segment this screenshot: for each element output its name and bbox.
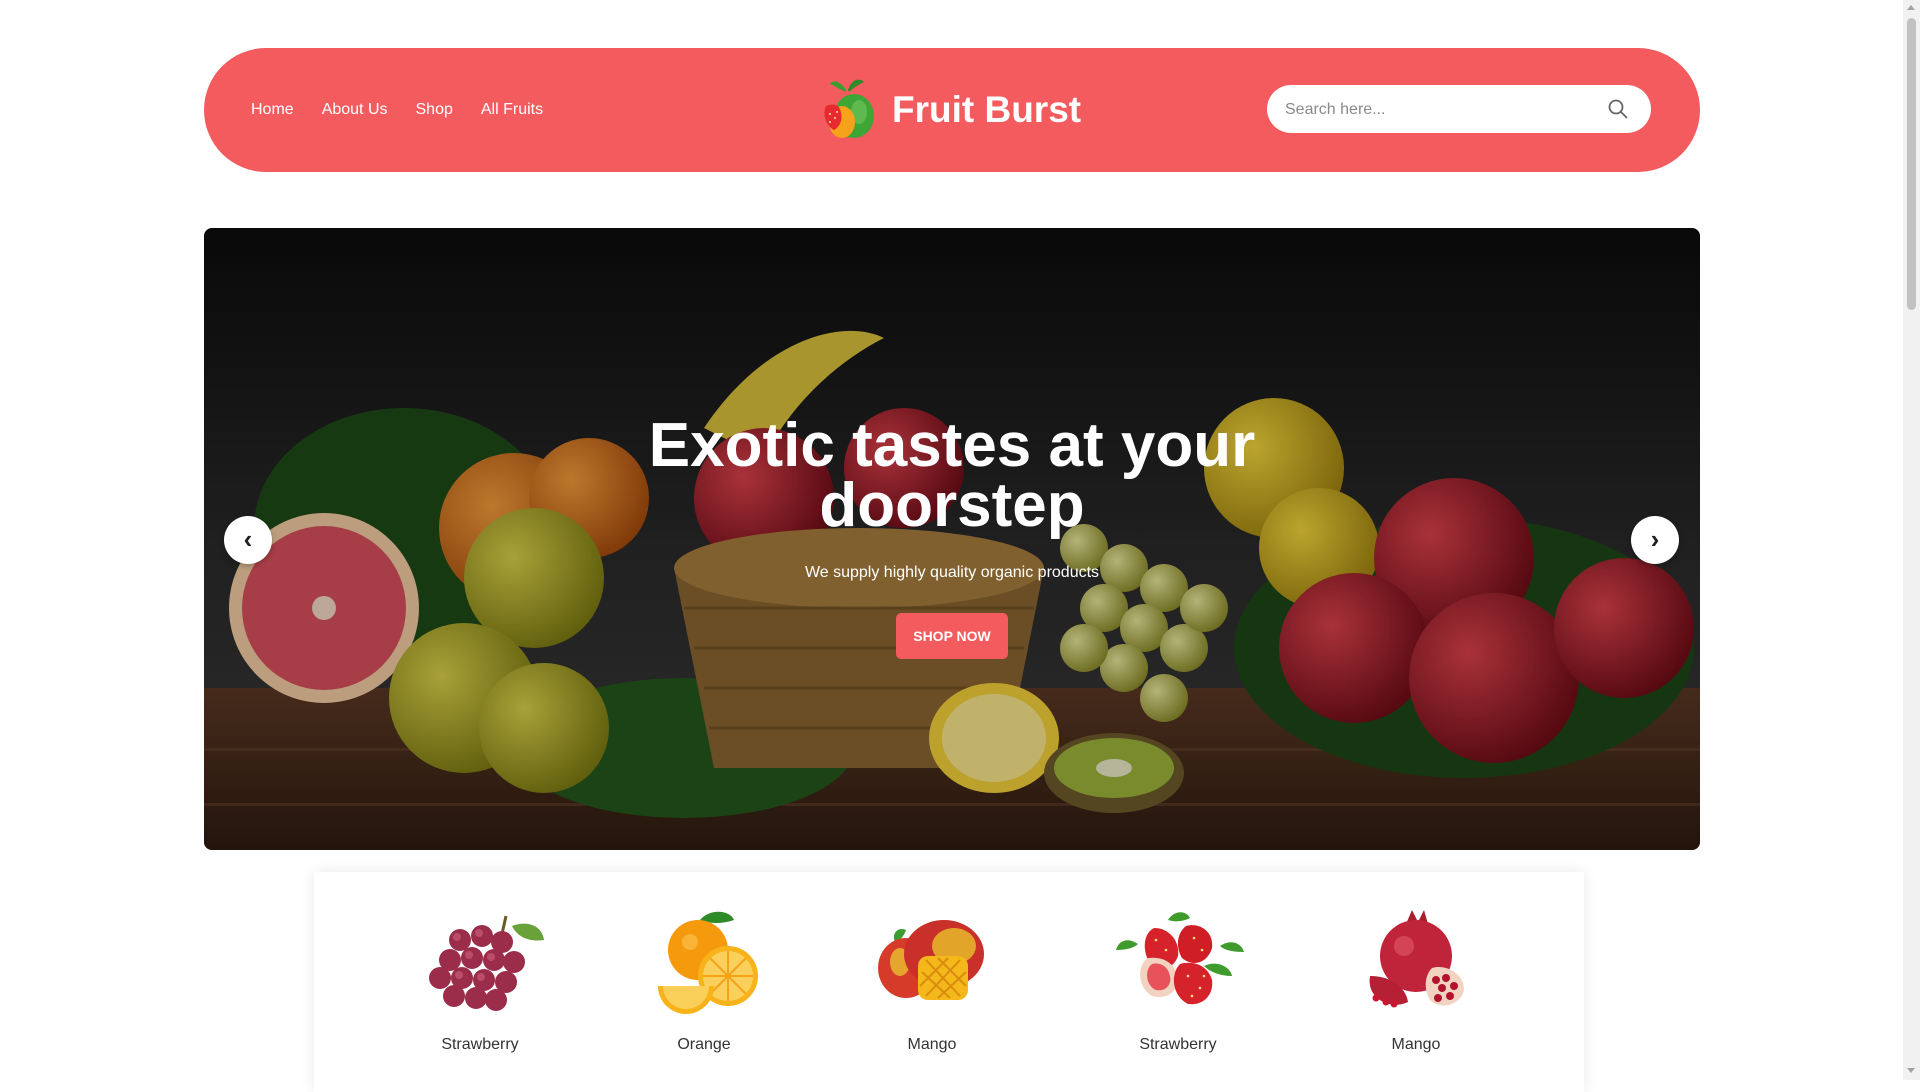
category-item[interactable]: Mango (1336, 906, 1496, 1054)
category-item[interactable]: Strawberry (400, 906, 560, 1054)
orange-icon (658, 911, 758, 1014)
chevron-right-icon: › (1650, 523, 1660, 554)
search-box (1267, 85, 1651, 135)
brand-name: Fruit Burst (892, 89, 1082, 130)
slider-next-button[interactable]: › (1631, 516, 1679, 564)
hero-title-line-2: doorstep (819, 471, 1085, 540)
scroll-up-arrow-icon[interactable] (1907, 5, 1915, 10)
category-label: Orange (677, 1036, 731, 1053)
chevron-left-icon: ‹ (243, 523, 253, 554)
nav-home-link[interactable]: Home (251, 101, 294, 119)
category-label: Mango (1391, 1036, 1441, 1053)
hero-slider: Exotic tastes at your doorstep We supply… (204, 228, 1700, 850)
main-nav: Home About Us Shop All Fruits (251, 48, 543, 172)
category-item[interactable]: Orange (624, 906, 784, 1054)
scrollbar-thumb[interactable] (1907, 18, 1916, 310)
page-scrollbar[interactable] (1903, 0, 1920, 1080)
nav-about-us-link[interactable]: About Us (322, 101, 388, 119)
fruit-logo-icon (824, 79, 874, 138)
mango-icon (878, 920, 984, 1000)
strawberry-icon (1116, 912, 1244, 1005)
slider-prev-button[interactable]: ‹ (224, 516, 272, 564)
site-header: Home About Us Shop All Fruits Fruit Burs… (204, 48, 1700, 172)
hero-title: Exotic tastes at your doorstep (204, 411, 1700, 540)
nav-shop-link[interactable]: Shop (416, 101, 453, 119)
scroll-down-arrow-icon[interactable] (1907, 1068, 1915, 1073)
category-item[interactable]: Mango (852, 906, 1012, 1054)
search-input[interactable] (1283, 85, 1597, 135)
shop-now-button[interactable]: SHOP NOW (896, 613, 1008, 659)
grapes-icon (429, 915, 544, 1011)
nav-all-fruits-link[interactable]: All Fruits (481, 101, 543, 119)
hero-title-line-1: Exotic tastes at your (648, 411, 1256, 480)
fruit-categories: Strawberry Orange Mango Strawberry Mango (314, 872, 1584, 1092)
pomegranate-icon (1369, 910, 1464, 1008)
category-item[interactable]: Strawberry (1098, 906, 1258, 1054)
category-label: Strawberry (441, 1036, 519, 1053)
hero-subtitle: We supply highly quality organic product… (804, 564, 1100, 581)
category-label: Mango (907, 1036, 957, 1053)
search-icon[interactable] (1607, 98, 1629, 120)
category-label: Strawberry (1139, 1036, 1217, 1053)
brand[interactable]: Fruit Burst (818, 76, 1081, 144)
